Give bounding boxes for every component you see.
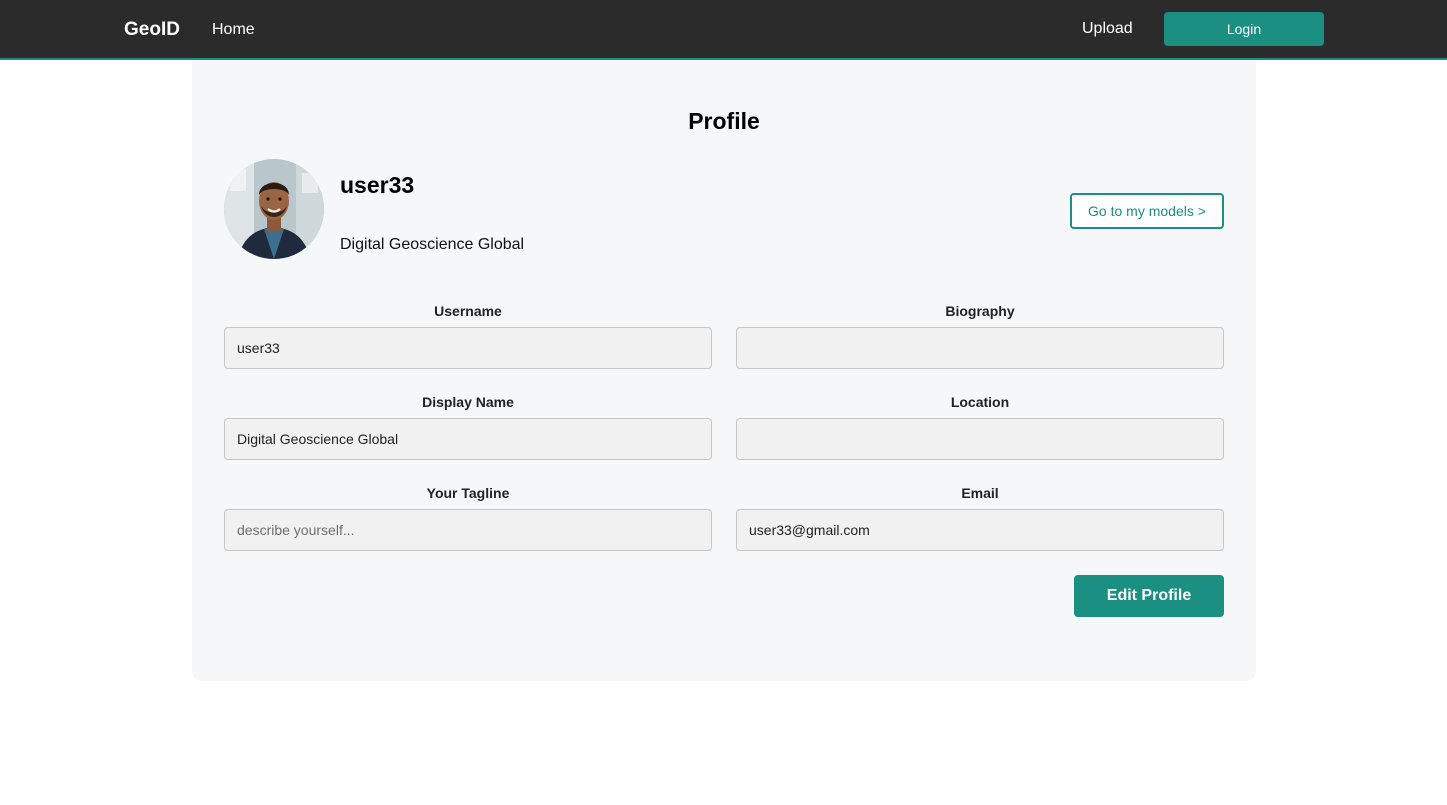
login-button[interactable]: Login <box>1164 12 1324 46</box>
edit-profile-button[interactable]: Edit Profile <box>1074 575 1224 617</box>
page-title: Profile <box>688 108 760 134</box>
profile-username: user33 <box>340 172 415 198</box>
go-to-my-models-button[interactable]: Go to my models > <box>1070 193 1224 229</box>
location-label: Location <box>950 394 1010 410</box>
profile-display-name: Digital Geoscience Global <box>340 236 525 253</box>
email-field[interactable] <box>736 509 1224 551</box>
email-label: Email <box>961 485 999 501</box>
brand-logo[interactable]: GeoID <box>124 19 180 41</box>
username-field[interactable] <box>224 327 712 369</box>
tagline-label: Your Tagline <box>426 485 510 501</box>
username-label: Username <box>434 303 502 319</box>
avatar-photo <box>224 159 324 259</box>
display-name-field[interactable] <box>224 418 712 460</box>
tagline-field[interactable] <box>224 509 712 551</box>
nav-link-home[interactable]: Home <box>212 19 255 41</box>
profile-card: Profile user33 Digital Geoscience Global… <box>192 62 1256 681</box>
biography-field[interactable] <box>736 327 1224 369</box>
biography-label: Biography <box>945 303 1015 319</box>
location-field[interactable] <box>736 418 1224 460</box>
nav-link-upload[interactable]: Upload <box>1082 18 1133 40</box>
avatar <box>224 159 324 259</box>
display-name-label: Display Name <box>422 394 514 410</box>
top-navbar: GeoID Home Upload Login <box>0 0 1447 60</box>
